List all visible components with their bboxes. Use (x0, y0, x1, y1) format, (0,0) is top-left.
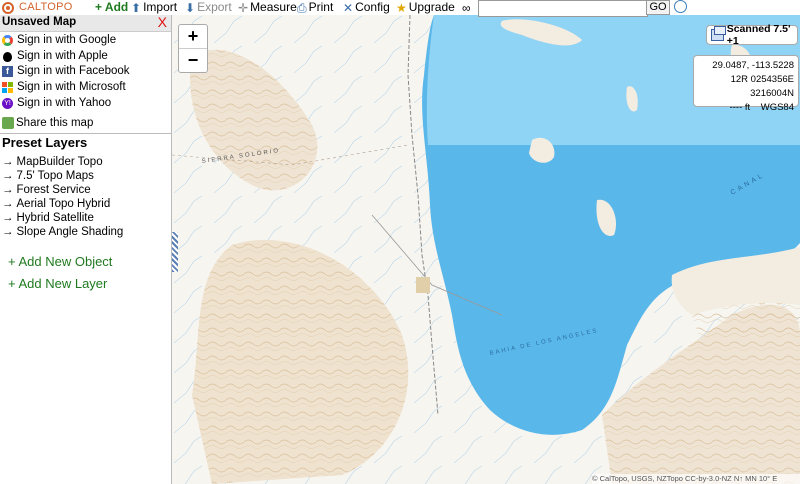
preset-layers-heading: Preset Layers (2, 135, 88, 150)
arrow-right-icon: → (2, 170, 14, 182)
signin-facebook[interactable]: f Sign in with Facebook (2, 64, 130, 79)
import-button[interactable]: ⬆ Import (131, 0, 177, 15)
google-icon (2, 35, 13, 46)
measure-button[interactable]: ✛ Measure (238, 0, 297, 15)
coordinate-readout: 29.0487, -113.5228 12R 0254356E 3216004N… (693, 55, 799, 113)
add-button[interactable]: + Add (95, 0, 128, 15)
star-icon: ★ (396, 0, 407, 15)
layer-label: MapBuilder Topo (16, 156, 103, 168)
layer-hybrid-satellite[interactable]: → Hybrid Satellite (2, 211, 94, 225)
apple-icon (3, 51, 12, 62)
print-button[interactable]: ⎙ Print (297, 0, 333, 15)
latlon-text: 29.0487, -113.5228 (712, 60, 794, 71)
locate-icon[interactable] (674, 0, 687, 13)
upload-arrow-icon: ⬆ (131, 0, 142, 15)
microsoft-icon (2, 82, 13, 93)
zoom-control: + − (178, 24, 208, 73)
zoom-out-button[interactable]: − (179, 48, 207, 72)
signin-facebook-label: Sign in with Facebook (17, 65, 130, 77)
map-attribution: © CalTopo, USGS, NZTopo CC-by-3.0-NZ N↑ … (592, 474, 800, 484)
map-title-row: Unsaved Map X (0, 15, 171, 32)
layer-aerial-topo-hybrid[interactable]: → Aerial Topo Hybrid (2, 197, 110, 211)
export-button[interactable]: ⬇ Export (185, 0, 232, 15)
layer-75-topo[interactable]: → 7.5' Topo Maps (2, 169, 94, 183)
layer-selector-button[interactable]: Scanned 7.5' +1 (706, 23, 798, 47)
datum-text: WGS84 (760, 102, 794, 113)
export-label: Export (197, 0, 232, 14)
divider (0, 133, 171, 134)
elevation-datum: ---- ft WGS84 (694, 101, 794, 115)
print-label: Print (308, 0, 334, 14)
layer-label: Forest Service (16, 184, 91, 196)
measure-label: Measure (250, 0, 297, 14)
add-new-layer-link[interactable]: + Add New Layer (8, 276, 107, 291)
layer-forest-service[interactable]: → Forest Service (2, 183, 91, 197)
share-icon (2, 117, 14, 129)
signin-apple-label: Sign in with Apple (17, 50, 108, 62)
facebook-icon: f (2, 66, 13, 77)
binoculars-icon: ∞ (462, 0, 471, 15)
printer-icon: ⎙ (297, 0, 307, 15)
arrow-right-icon: → (2, 212, 14, 224)
layer-label: 7.5' Topo Maps (16, 170, 94, 182)
layers-stack-icon (711, 26, 726, 41)
sidebar-resize-handle[interactable] (172, 232, 178, 272)
layer-label: Aerial Topo Hybrid (16, 198, 111, 210)
close-icon[interactable]: X (158, 15, 167, 30)
share-label: Share this map (16, 117, 94, 129)
toolbar: CALTOPO + Add ⬆ Import ⬇ Export ✛ Measur… (0, 0, 800, 17)
search-input[interactable] (478, 0, 648, 17)
layer-label: Slope Angle Shading (16, 226, 124, 238)
wrench-icon: ✕ (343, 0, 354, 15)
layer-mapbuilder-topo[interactable]: → MapBuilder Topo (2, 155, 103, 169)
arrow-right-icon: → (2, 226, 14, 238)
zoom-in-button[interactable]: + (179, 25, 207, 48)
share-map-link[interactable]: Share this map (2, 117, 93, 129)
upgrade-label: Upgrade (408, 0, 455, 14)
upgrade-button[interactable]: ★ Upgrade (396, 0, 455, 15)
elevation-text: ---- ft (729, 102, 751, 113)
layer-selector-label: Scanned 7.5' +1 (726, 23, 791, 47)
arrow-right-icon: → (2, 156, 14, 168)
config-button[interactable]: ✕ Config (343, 0, 390, 15)
utm-text: 12R 0254356E 3216004N (730, 74, 794, 99)
sidebar: Unsaved Map X Sign in with Google Sign i… (0, 15, 172, 484)
signin-google-label: Sign in with Google (17, 34, 117, 46)
add-label: + Add (95, 0, 129, 14)
signin-microsoft[interactable]: Sign in with Microsoft (2, 80, 126, 95)
caltopo-logo-icon (2, 1, 14, 14)
layer-slope-angle-shading[interactable]: → Slope Angle Shading (2, 225, 123, 239)
logo-text: CALTOPO (19, 1, 73, 13)
layer-label: Hybrid Satellite (16, 212, 94, 224)
add-new-object-link[interactable]: + Add New Object (8, 254, 112, 269)
signin-yahoo[interactable]: Y! Sign in with Yahoo (2, 96, 111, 111)
config-label: Config (355, 0, 390, 14)
map-title: Unsaved Map (2, 16, 77, 28)
crosshair-icon: ✛ (238, 0, 249, 15)
go-button[interactable]: GO (646, 0, 670, 15)
import-label: Import (143, 0, 178, 14)
signin-yahoo-label: Sign in with Yahoo (17, 97, 112, 109)
signin-apple[interactable]: Sign in with Apple (2, 49, 108, 64)
arrow-right-icon: → (2, 198, 14, 210)
arrow-right-icon: → (2, 184, 14, 196)
caltopo-logo[interactable]: CALTOPO (2, 0, 73, 15)
signin-google[interactable]: Sign in with Google (2, 33, 116, 48)
binoculars-button[interactable]: ∞ (462, 0, 471, 15)
download-arrow-icon: ⬇ (185, 0, 196, 15)
signin-microsoft-label: Sign in with Microsoft (17, 81, 126, 93)
yahoo-icon: Y! (2, 98, 13, 109)
